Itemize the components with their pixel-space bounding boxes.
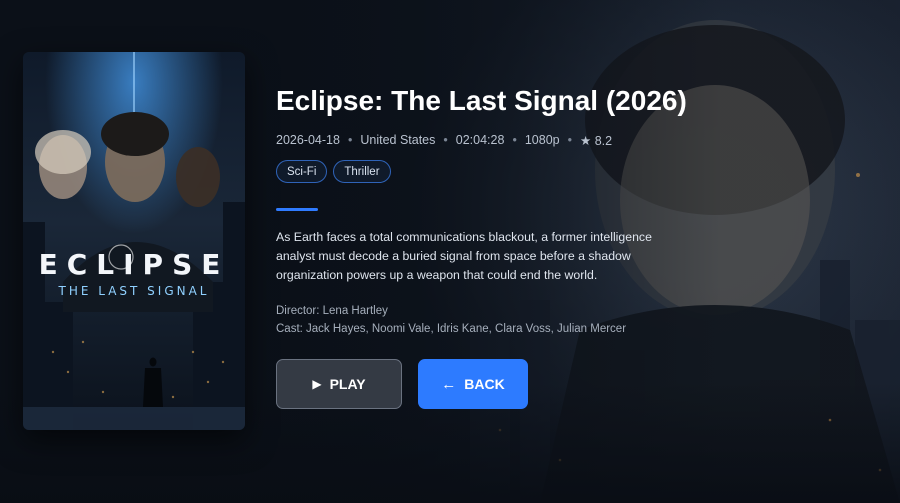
poster-title: ECLIPSE [38,248,230,281]
back-button[interactable]: ← BACK [418,359,528,409]
release-date: 2026-04-18 [276,133,340,147]
play-button[interactable]: ▶ PLAY [276,359,402,409]
play-icon: ▶ [312,377,322,391]
country: United States [360,133,436,147]
movie-description: As Earth faces a total communications bl… [276,230,652,282]
cast-line: Cast: Jack Hayes, Noomi Vale, Idris Kane… [276,323,627,335]
rating: ★ 8.2 [580,133,612,148]
quality: 1080p [524,133,560,147]
duration: 02:04:28 [455,133,505,147]
genre-tag[interactable]: Thriller [333,160,391,183]
genre-tag[interactable]: Sci-Fi [276,160,328,183]
movie-title: Eclipse: The Last Signal (2026) [276,85,687,116]
accent-divider [276,208,318,211]
separator-dot: • [567,133,572,147]
movie-poster: ECLIPSE THE LAST SIGNAL [23,52,245,430]
genre-tags: Sci-Fi Thriller [276,160,391,183]
poster-artwork [23,52,245,430]
director-line: Director: Lena Hartley [276,305,388,317]
separator-dot: • [443,133,448,147]
separator-dot: • [512,133,517,147]
poster-subtitle: THE LAST SIGNAL [58,284,210,298]
play-label: PLAY [329,376,366,392]
movie-meta: 2026-04-18 • United States • 02:04:28 • … [276,133,612,148]
arrow-left-icon: ← [441,375,457,393]
separator-dot: • [347,133,353,147]
rating-value: 8.2 [594,134,613,148]
back-label: BACK [464,376,505,392]
star-icon: ★ [580,134,592,148]
